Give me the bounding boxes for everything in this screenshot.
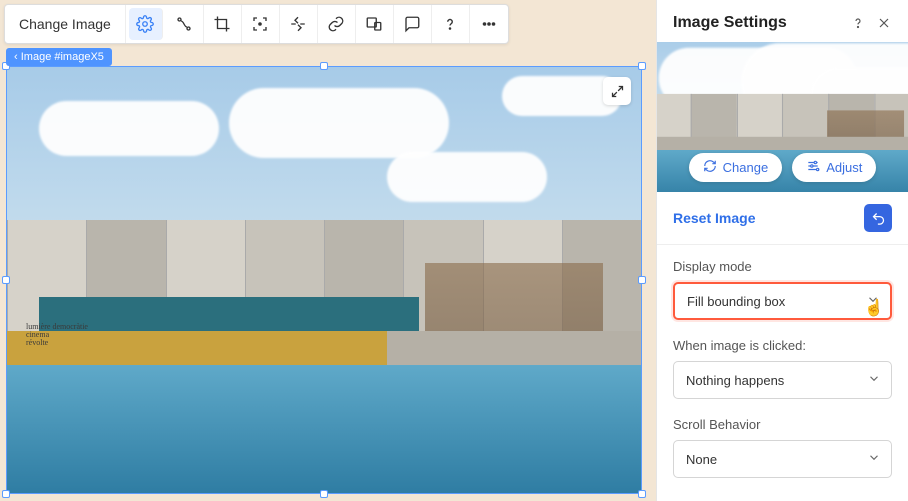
- expand-icon[interactable]: [603, 77, 631, 105]
- change-button-label: Change: [723, 160, 769, 175]
- responsive-icon[interactable]: [356, 5, 394, 43]
- adjust-button-label: Adjust: [826, 160, 862, 175]
- settings-gear-icon[interactable]: [129, 8, 163, 40]
- change-button[interactable]: Change: [689, 153, 783, 182]
- focus-icon[interactable]: [242, 5, 280, 43]
- display-mode-value: Fill bounding box: [687, 294, 785, 309]
- chevron-down-icon: [867, 451, 881, 468]
- refresh-icon: [703, 159, 717, 176]
- help-icon[interactable]: [432, 5, 470, 43]
- breadcrumb[interactable]: ‹ Image #imageX5: [6, 48, 112, 66]
- close-icon[interactable]: [876, 15, 892, 31]
- animation-icon[interactable]: [166, 5, 204, 43]
- resize-handle[interactable]: [2, 276, 10, 284]
- resize-handle[interactable]: [638, 490, 646, 498]
- adjust-button[interactable]: Adjust: [792, 153, 876, 182]
- resize-handle[interactable]: [320, 62, 328, 70]
- comment-icon[interactable]: [394, 5, 432, 43]
- reset-image-link[interactable]: Reset Image: [673, 210, 864, 226]
- chevron-down-icon: [867, 372, 881, 389]
- image-content: lumière democràtiecinemarévolte: [7, 67, 641, 493]
- image-toolbar: Change Image: [4, 4, 509, 44]
- chevron-down-icon: [866, 293, 880, 310]
- display-mode-select[interactable]: Fill bounding box ☝️: [673, 282, 892, 320]
- scroll-label: Scroll Behavior: [673, 417, 892, 432]
- resize-handle[interactable]: [638, 62, 646, 70]
- image-preview: Change Adjust: [657, 42, 908, 192]
- onclick-select[interactable]: Nothing happens: [673, 361, 892, 399]
- change-image-button[interactable]: Change Image: [5, 5, 126, 43]
- resize-handle[interactable]: [2, 490, 10, 498]
- resize-handle[interactable]: [320, 490, 328, 498]
- onclick-value: Nothing happens: [686, 373, 784, 388]
- breadcrumb-chevron-icon: ‹: [14, 51, 21, 63]
- resize-handle[interactable]: [638, 276, 646, 284]
- panel-title: Image Settings: [673, 14, 840, 32]
- breadcrumb-label: Image #imageX5: [21, 51, 104, 63]
- selected-image[interactable]: lumière democràtiecinemarévolte: [6, 66, 642, 494]
- link-icon[interactable]: [318, 5, 356, 43]
- filters-icon[interactable]: [280, 5, 318, 43]
- canvas-selection[interactable]: lumière democràtiecinemarévolte: [6, 66, 642, 494]
- image-settings-panel: Image Settings Change Adjust Reset Image: [656, 0, 908, 501]
- scroll-select[interactable]: None: [673, 440, 892, 478]
- sliders-icon: [806, 159, 820, 176]
- display-mode-label: Display mode: [673, 259, 892, 274]
- undo-button[interactable]: [864, 204, 892, 232]
- onclick-label: When image is clicked:: [673, 338, 892, 353]
- crop-icon[interactable]: [204, 5, 242, 43]
- panel-help-icon[interactable]: [850, 15, 866, 31]
- scroll-value: None: [686, 452, 717, 467]
- more-icon[interactable]: [470, 5, 508, 43]
